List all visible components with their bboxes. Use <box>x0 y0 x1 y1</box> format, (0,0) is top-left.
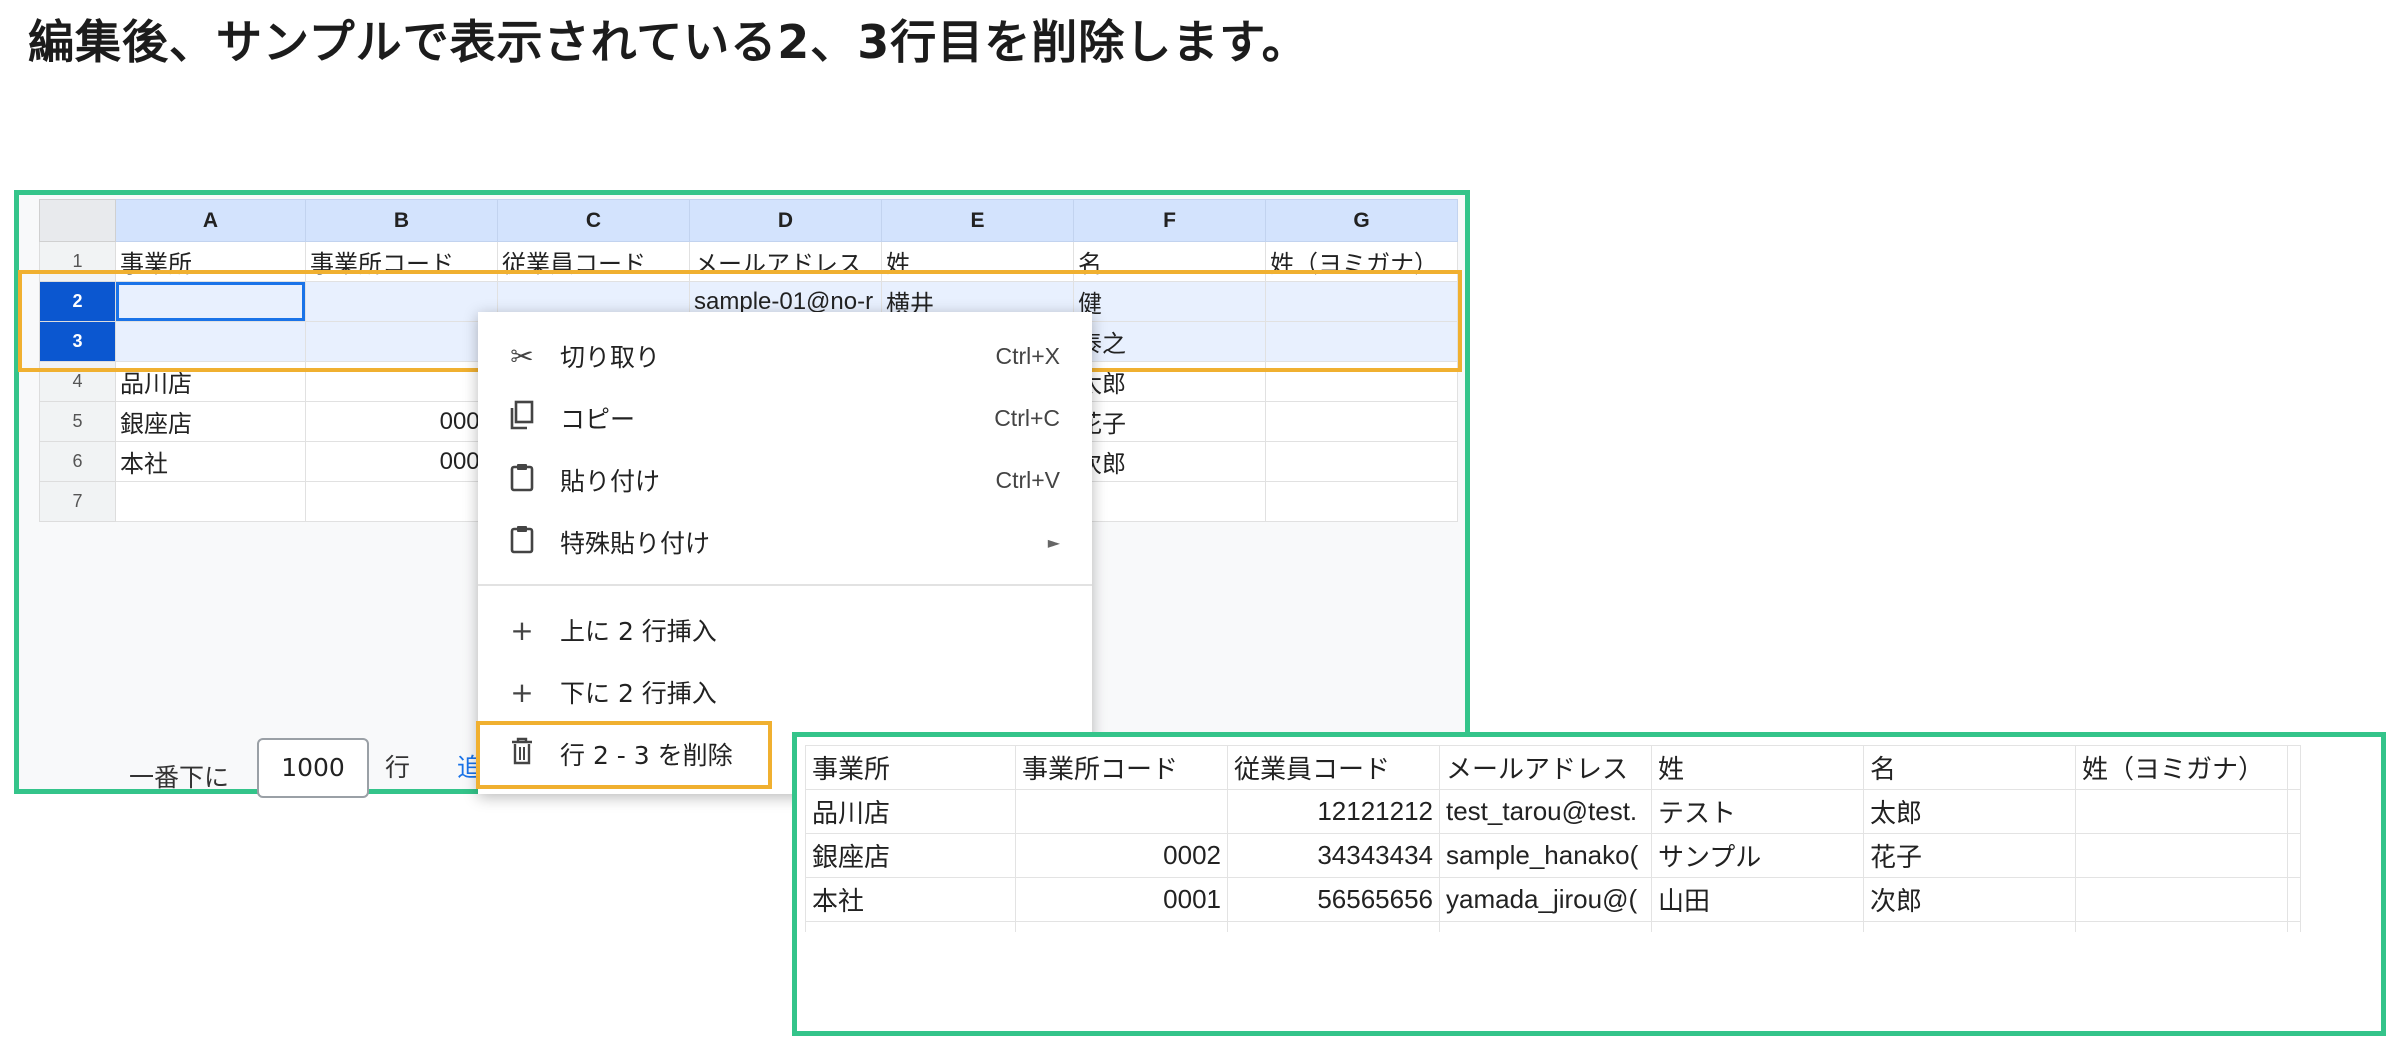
row-number[interactable]: 5 <box>39 401 116 442</box>
column-header-c[interactable]: C <box>497 199 690 242</box>
result-cell[interactable]: test_tarou@test. <box>1439 789 1652 834</box>
result-cell[interactable] <box>2287 789 2301 834</box>
menu-item-insert-above[interactable]: + 上に 2 行挿入 <box>478 602 1092 658</box>
result-cell[interactable]: 銀座店 <box>805 833 1016 878</box>
result-cell[interactable] <box>2287 877 2301 922</box>
plus-icon: + <box>510 675 534 709</box>
result-cell <box>2075 921 2288 932</box>
column-header-g[interactable]: G <box>1265 199 1458 242</box>
result-cell[interactable]: 事業所コード <box>1015 745 1228 790</box>
add-rows-label: 一番下に <box>129 763 230 792</box>
result-cell[interactable]: 従業員コード <box>1227 745 1440 790</box>
result-cell[interactable]: 事業所 <box>805 745 1016 790</box>
column-header-b[interactable]: B <box>305 199 498 242</box>
cell[interactable]: 0002 <box>305 401 498 442</box>
row-number[interactable]: 6 <box>39 441 116 482</box>
shortcut-label: Ctrl+C <box>994 404 1060 431</box>
result-cell <box>1651 921 1864 932</box>
result-row-header: 事業所 事業所コード 従業員コード メールアドレス 姓 名 姓（ヨミガナ） <box>805 745 2301 790</box>
result-cell[interactable]: 名 <box>1863 745 2076 790</box>
result-cell <box>1227 921 1440 932</box>
cell[interactable] <box>1265 441 1458 482</box>
result-cell[interactable]: 0001 <box>1015 877 1228 922</box>
result-row: 本社 0001 56565656 yamada_jirou@( 山田 次郎 <box>805 877 2301 922</box>
result-cell[interactable] <box>2075 789 2288 834</box>
result-cell[interactable]: 34343434 <box>1227 833 1440 878</box>
result-row: 銀座店 0002 34343434 sample_hanako( サンプル 花子 <box>805 833 2301 878</box>
column-header-d[interactable]: D <box>689 199 882 242</box>
column-header-a[interactable]: A <box>115 199 306 242</box>
result-cell[interactable]: sample_hanako( <box>1439 833 1652 878</box>
cell[interactable]: 銀座店 <box>115 401 306 442</box>
result-cell[interactable]: サンプル <box>1651 833 1864 878</box>
result-cell <box>1439 921 1652 932</box>
plus-icon: + <box>510 613 534 647</box>
result-screenshot: 事業所 事業所コード 従業員コード メールアドレス 姓 名 姓（ヨミガナ） 品川… <box>792 732 2386 1036</box>
result-cell[interactable]: 56565656 <box>1227 877 1440 922</box>
result-cell <box>2287 921 2301 932</box>
result-cell[interactable]: 花子 <box>1863 833 2076 878</box>
clipboard-icon <box>504 524 540 561</box>
shortcut-label: Ctrl+X <box>995 342 1060 369</box>
select-all-corner[interactable] <box>39 199 116 242</box>
menu-item-paste-special[interactable]: 特殊貼り付け ► <box>478 514 1092 570</box>
result-cell[interactable]: yamada_jirou@( <box>1439 877 1652 922</box>
delete-item-highlight <box>476 721 772 789</box>
cell[interactable]: 花子 <box>1073 401 1266 442</box>
result-cell[interactable]: 姓（ヨミガナ） <box>2075 745 2288 790</box>
cell[interactable] <box>1073 481 1266 522</box>
result-cell[interactable]: 本社 <box>805 877 1016 922</box>
menu-item-cut[interactable]: ✂ 切り取り Ctrl+X <box>478 328 1092 384</box>
column-header-e[interactable]: E <box>881 199 1074 242</box>
result-cell[interactable] <box>2287 833 2301 878</box>
copy-icon <box>504 400 540 437</box>
cell[interactable]: 0001 <box>305 441 498 482</box>
result-table: 事業所 事業所コード 従業員コード メールアドレス 姓 名 姓（ヨミガナ） 品川… <box>805 745 2301 932</box>
cell[interactable] <box>1265 481 1458 522</box>
menu-item-label: 上に 2 行挿入 <box>560 617 717 646</box>
shortcut-label: Ctrl+V <box>995 466 1060 493</box>
cell[interactable] <box>1265 401 1458 442</box>
cell[interactable] <box>115 481 306 522</box>
menu-item-copy[interactable]: コピー Ctrl+C <box>478 390 1092 446</box>
result-cell[interactable]: 品川店 <box>805 789 1016 834</box>
result-cell[interactable]: 0002 <box>1015 833 1228 878</box>
menu-item-label: 切り取り <box>560 343 661 372</box>
result-cell[interactable] <box>2287 745 2301 790</box>
submenu-arrow-icon: ► <box>1047 532 1060 552</box>
clipboard-icon <box>504 462 540 499</box>
scissors-icon: ✂ <box>510 339 534 373</box>
result-cell <box>1863 921 2076 932</box>
result-cell[interactable] <box>1015 789 1228 834</box>
row-number[interactable]: 7 <box>39 481 116 522</box>
column-header-f[interactable]: F <box>1073 199 1266 242</box>
result-cell[interactable]: 山田 <box>1651 877 1864 922</box>
result-cell[interactable]: 姓 <box>1651 745 1864 790</box>
menu-item-label: 特殊貼り付け <box>560 529 711 558</box>
cell[interactable]: 次郎 <box>1073 441 1266 482</box>
result-cell[interactable]: メールアドレス <box>1439 745 1652 790</box>
result-cell[interactable]: 太郎 <box>1863 789 2076 834</box>
result-row-empty <box>805 921 2301 932</box>
cell[interactable]: 本社 <box>115 441 306 482</box>
row-unit-label: 行 <box>385 753 411 782</box>
menu-separator <box>478 584 1092 586</box>
cell[interactable] <box>305 481 498 522</box>
row-count-input[interactable]: 1000 <box>257 738 369 798</box>
page-heading: 編集後、サンプルで表示されている2、3行目を削除します。 <box>28 15 1309 69</box>
result-row: 品川店 12121212 test_tarou@test. テスト 太郎 <box>805 789 2301 834</box>
menu-item-label: 下に 2 行挿入 <box>560 679 717 708</box>
menu-item-label: コピー <box>560 405 636 434</box>
result-cell[interactable] <box>2075 877 2288 922</box>
menu-item-label: 貼り付け <box>560 467 661 496</box>
menu-item-insert-below[interactable]: + 下に 2 行挿入 <box>478 664 1092 720</box>
result-cell <box>1015 921 1228 932</box>
result-cell[interactable] <box>2075 833 2288 878</box>
result-cell[interactable]: 12121212 <box>1227 789 1440 834</box>
result-cell[interactable]: テスト <box>1651 789 1864 834</box>
menu-item-paste[interactable]: 貼り付け Ctrl+V <box>478 452 1092 508</box>
result-cell[interactable]: 次郎 <box>1863 877 2076 922</box>
result-cell <box>805 921 1016 932</box>
